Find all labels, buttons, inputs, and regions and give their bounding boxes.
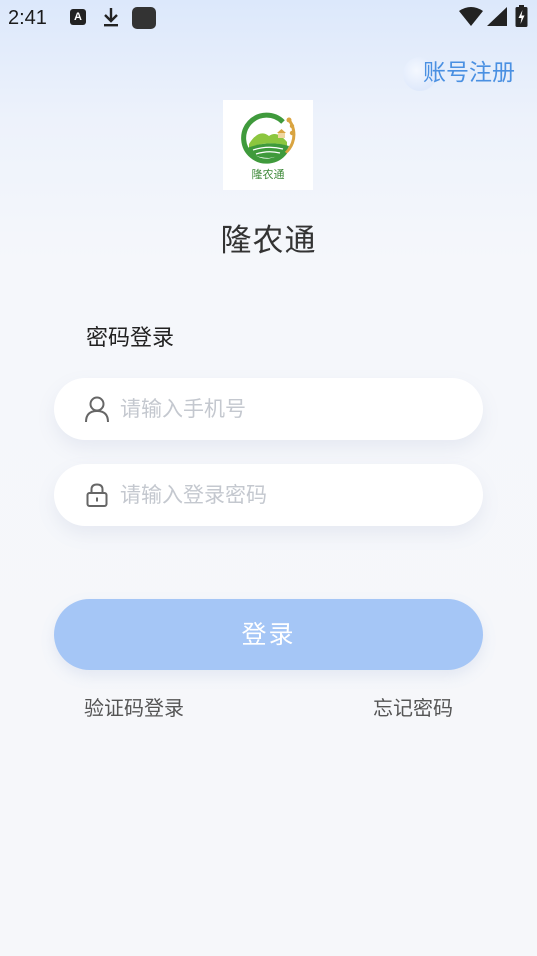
status-bar: 2:41 A xyxy=(0,0,537,38)
app-square-icon xyxy=(132,7,156,29)
app-logo: 隆农通 xyxy=(223,100,313,190)
phone-input-container xyxy=(54,378,483,440)
register-area: 账号注册 xyxy=(403,56,515,92)
battery-charging-icon xyxy=(515,5,528,27)
sms-login-link[interactable]: 验证码登录 xyxy=(84,692,184,721)
status-time: 2:41 xyxy=(8,7,47,29)
password-input[interactable] xyxy=(120,464,460,526)
notification-a-icon: A xyxy=(70,9,86,25)
forgot-password-link[interactable]: 忘记密码 xyxy=(373,692,453,721)
password-login-title: 密码登录 xyxy=(86,326,175,351)
user-icon xyxy=(85,396,109,423)
wifi-icon xyxy=(459,7,483,26)
phone-input[interactable] xyxy=(120,378,460,440)
register-link[interactable]: 账号注册 xyxy=(423,60,515,86)
login-button[interactable]: 登录 xyxy=(54,599,483,670)
app-name: 隆农通 xyxy=(220,223,317,259)
cell-signal-icon xyxy=(487,7,507,26)
password-input-container xyxy=(54,464,483,526)
lock-icon xyxy=(86,483,108,507)
logo-emblem-icon xyxy=(241,112,296,164)
logo-caption: 隆农通 xyxy=(251,168,285,181)
download-icon xyxy=(104,8,118,27)
